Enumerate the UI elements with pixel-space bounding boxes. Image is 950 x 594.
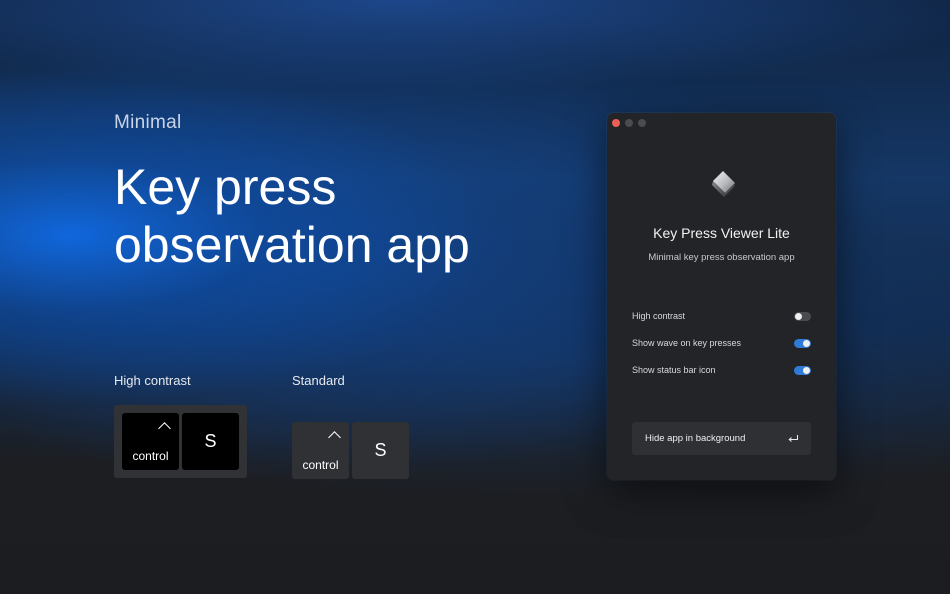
s-key: S (352, 422, 409, 479)
high-contrast-demo-label: High contrast (114, 373, 191, 388)
hide-app-button-label: Hide app in background (645, 433, 746, 444)
toggle-knob (795, 312, 802, 320)
caret-up-icon (160, 416, 171, 433)
toggle-knob (803, 339, 810, 347)
app-title: Key Press Viewer Lite (653, 225, 790, 241)
setting-show-wave: Show wave on key presses (632, 336, 811, 350)
zoom-window-button[interactable] (638, 119, 646, 127)
high-contrast-key-group: control S (114, 405, 247, 478)
app-window: Key Press Viewer Lite Minimal key press … (607, 113, 836, 480)
toggle-knob (803, 366, 810, 374)
control-key-label: control (302, 458, 339, 472)
standard-key-group: control S (292, 422, 409, 479)
hide-app-button[interactable]: Hide app in background (632, 422, 811, 455)
window-controls (612, 119, 646, 127)
hero-headline: Key press observation app (114, 158, 554, 274)
close-window-button[interactable] (612, 119, 620, 127)
s-key: S (182, 413, 239, 470)
s-key-label: S (204, 431, 217, 451)
status-bar-icon-toggle[interactable] (794, 365, 811, 375)
standard-demo-label: Standard (292, 373, 345, 388)
app-description: Minimal key press observation app (648, 252, 795, 263)
s-key-label: S (374, 440, 387, 460)
headline-line-1: Key press (114, 159, 337, 215)
minimize-window-button[interactable] (625, 119, 633, 127)
high-contrast-toggle[interactable] (794, 311, 811, 321)
setting-label: High contrast (632, 311, 686, 321)
setting-label: Show wave on key presses (632, 338, 742, 348)
show-wave-toggle[interactable] (794, 338, 811, 348)
caret-up-icon (330, 425, 341, 442)
control-key: control (122, 413, 179, 470)
setting-high-contrast: High contrast (632, 309, 811, 323)
setting-label: Show status bar icon (632, 365, 716, 375)
setting-status-bar-icon: Show status bar icon (632, 363, 811, 377)
control-key-label: control (132, 449, 169, 463)
headline-line-2: observation app (114, 217, 470, 273)
control-key: control (292, 422, 349, 479)
app-logo-icon (712, 171, 735, 197)
hero-subtitle: Minimal (114, 112, 182, 133)
return-icon (788, 434, 799, 442)
